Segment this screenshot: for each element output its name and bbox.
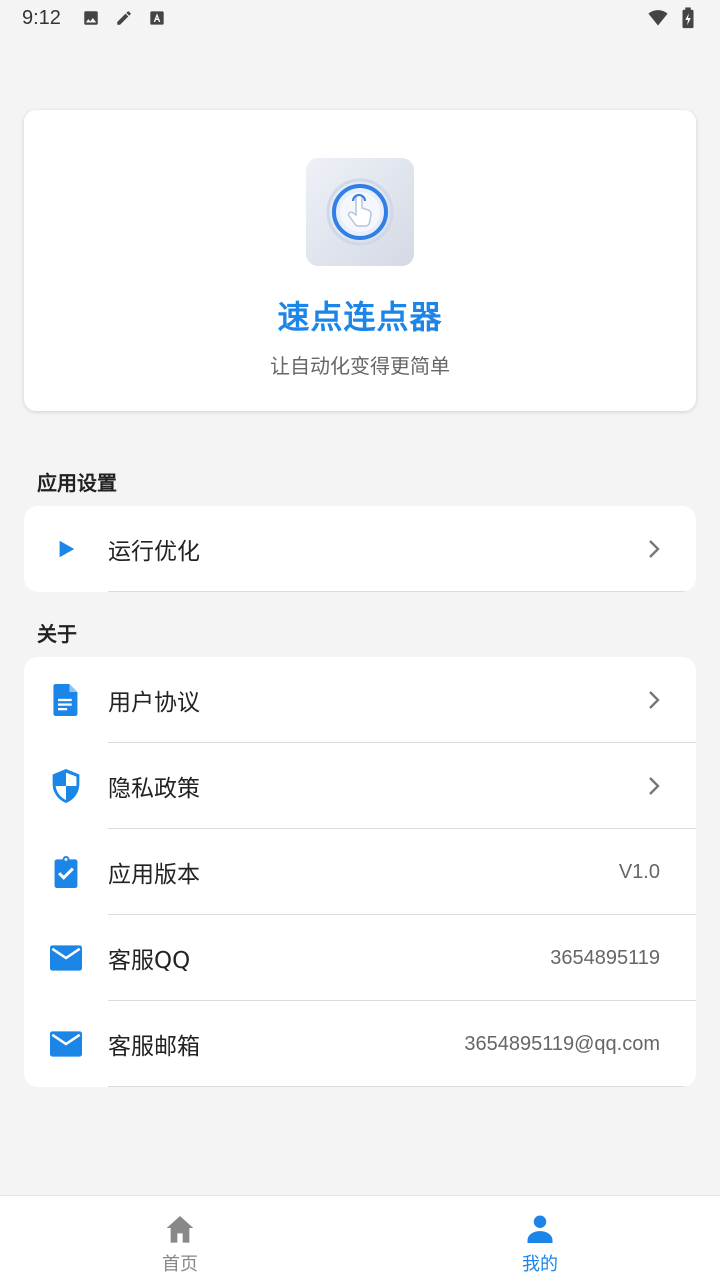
nav-label: 我的 xyxy=(522,1254,558,1275)
clipboard-check-icon xyxy=(50,856,82,888)
app-logo xyxy=(306,158,414,266)
about-item-app-version: 应用版本 V1.0 xyxy=(24,829,696,915)
section-title-about: 关于 xyxy=(37,622,77,646)
section-title-app-settings: 应用设置 xyxy=(37,471,117,495)
customer-qq-value[interactable]: 3654895119 xyxy=(550,947,660,970)
about-item-customer-qq[interactable]: 客服QQ 3654895119 xyxy=(24,915,696,1001)
tap-hand-icon xyxy=(326,178,394,246)
battery-charging-icon xyxy=(678,7,698,29)
about-item-label: 客服邮箱 xyxy=(108,1034,200,1060)
bottom-nav: 首页 我的 xyxy=(0,1195,720,1280)
app-settings-card: 运行优化 xyxy=(24,506,696,592)
document-icon xyxy=(50,684,82,716)
chevron-right-icon xyxy=(644,776,664,796)
chevron-right-icon xyxy=(644,690,664,710)
status-bar: 9:12 xyxy=(0,0,720,36)
about-item-label: 应用版本 xyxy=(108,862,200,888)
divider xyxy=(108,591,696,592)
font-icon xyxy=(147,8,167,28)
app-header-card: 速点连点器 让自动化变得更简单 xyxy=(24,110,696,411)
mail-icon xyxy=(50,1028,82,1060)
pencil-icon xyxy=(114,8,134,28)
app-slogan: 让自动化变得更简单 xyxy=(270,354,450,378)
about-item-user-agreement[interactable]: 用户协议 xyxy=(24,657,696,743)
settings-item-label: 运行优化 xyxy=(108,539,200,565)
nav-label: 首页 xyxy=(162,1254,198,1275)
about-item-customer-email[interactable]: 客服邮箱 3654895119@qq.com xyxy=(24,1001,696,1087)
about-item-label: 用户协议 xyxy=(108,690,200,716)
settings-item-run-optimization[interactable]: 运行优化 xyxy=(24,506,696,592)
wifi-icon xyxy=(648,8,668,28)
divider xyxy=(108,1086,696,1087)
customer-email-value[interactable]: 3654895119@qq.com xyxy=(464,1033,660,1056)
app-name: 速点连点器 xyxy=(277,298,443,336)
nav-item-home[interactable]: 首页 xyxy=(0,1196,360,1280)
about-card: 用户协议 隐私政策 应用版本 V1.0 客服QQ 3654895119 客服邮箱… xyxy=(24,657,696,1087)
chevron-right-icon xyxy=(644,539,664,559)
about-item-label: 隐私政策 xyxy=(108,776,200,802)
home-icon xyxy=(164,1212,196,1244)
app-version-value: V1.0 xyxy=(618,860,660,883)
nav-item-mine[interactable]: 我的 xyxy=(360,1196,720,1280)
shield-icon xyxy=(50,769,82,803)
person-icon xyxy=(524,1212,556,1244)
play-icon xyxy=(50,533,82,565)
about-item-privacy-policy[interactable]: 隐私政策 xyxy=(24,743,696,829)
about-item-label: 客服QQ xyxy=(108,948,191,974)
mail-icon xyxy=(50,942,82,974)
image-icon xyxy=(81,8,101,28)
status-time: 9:12 xyxy=(22,6,61,29)
